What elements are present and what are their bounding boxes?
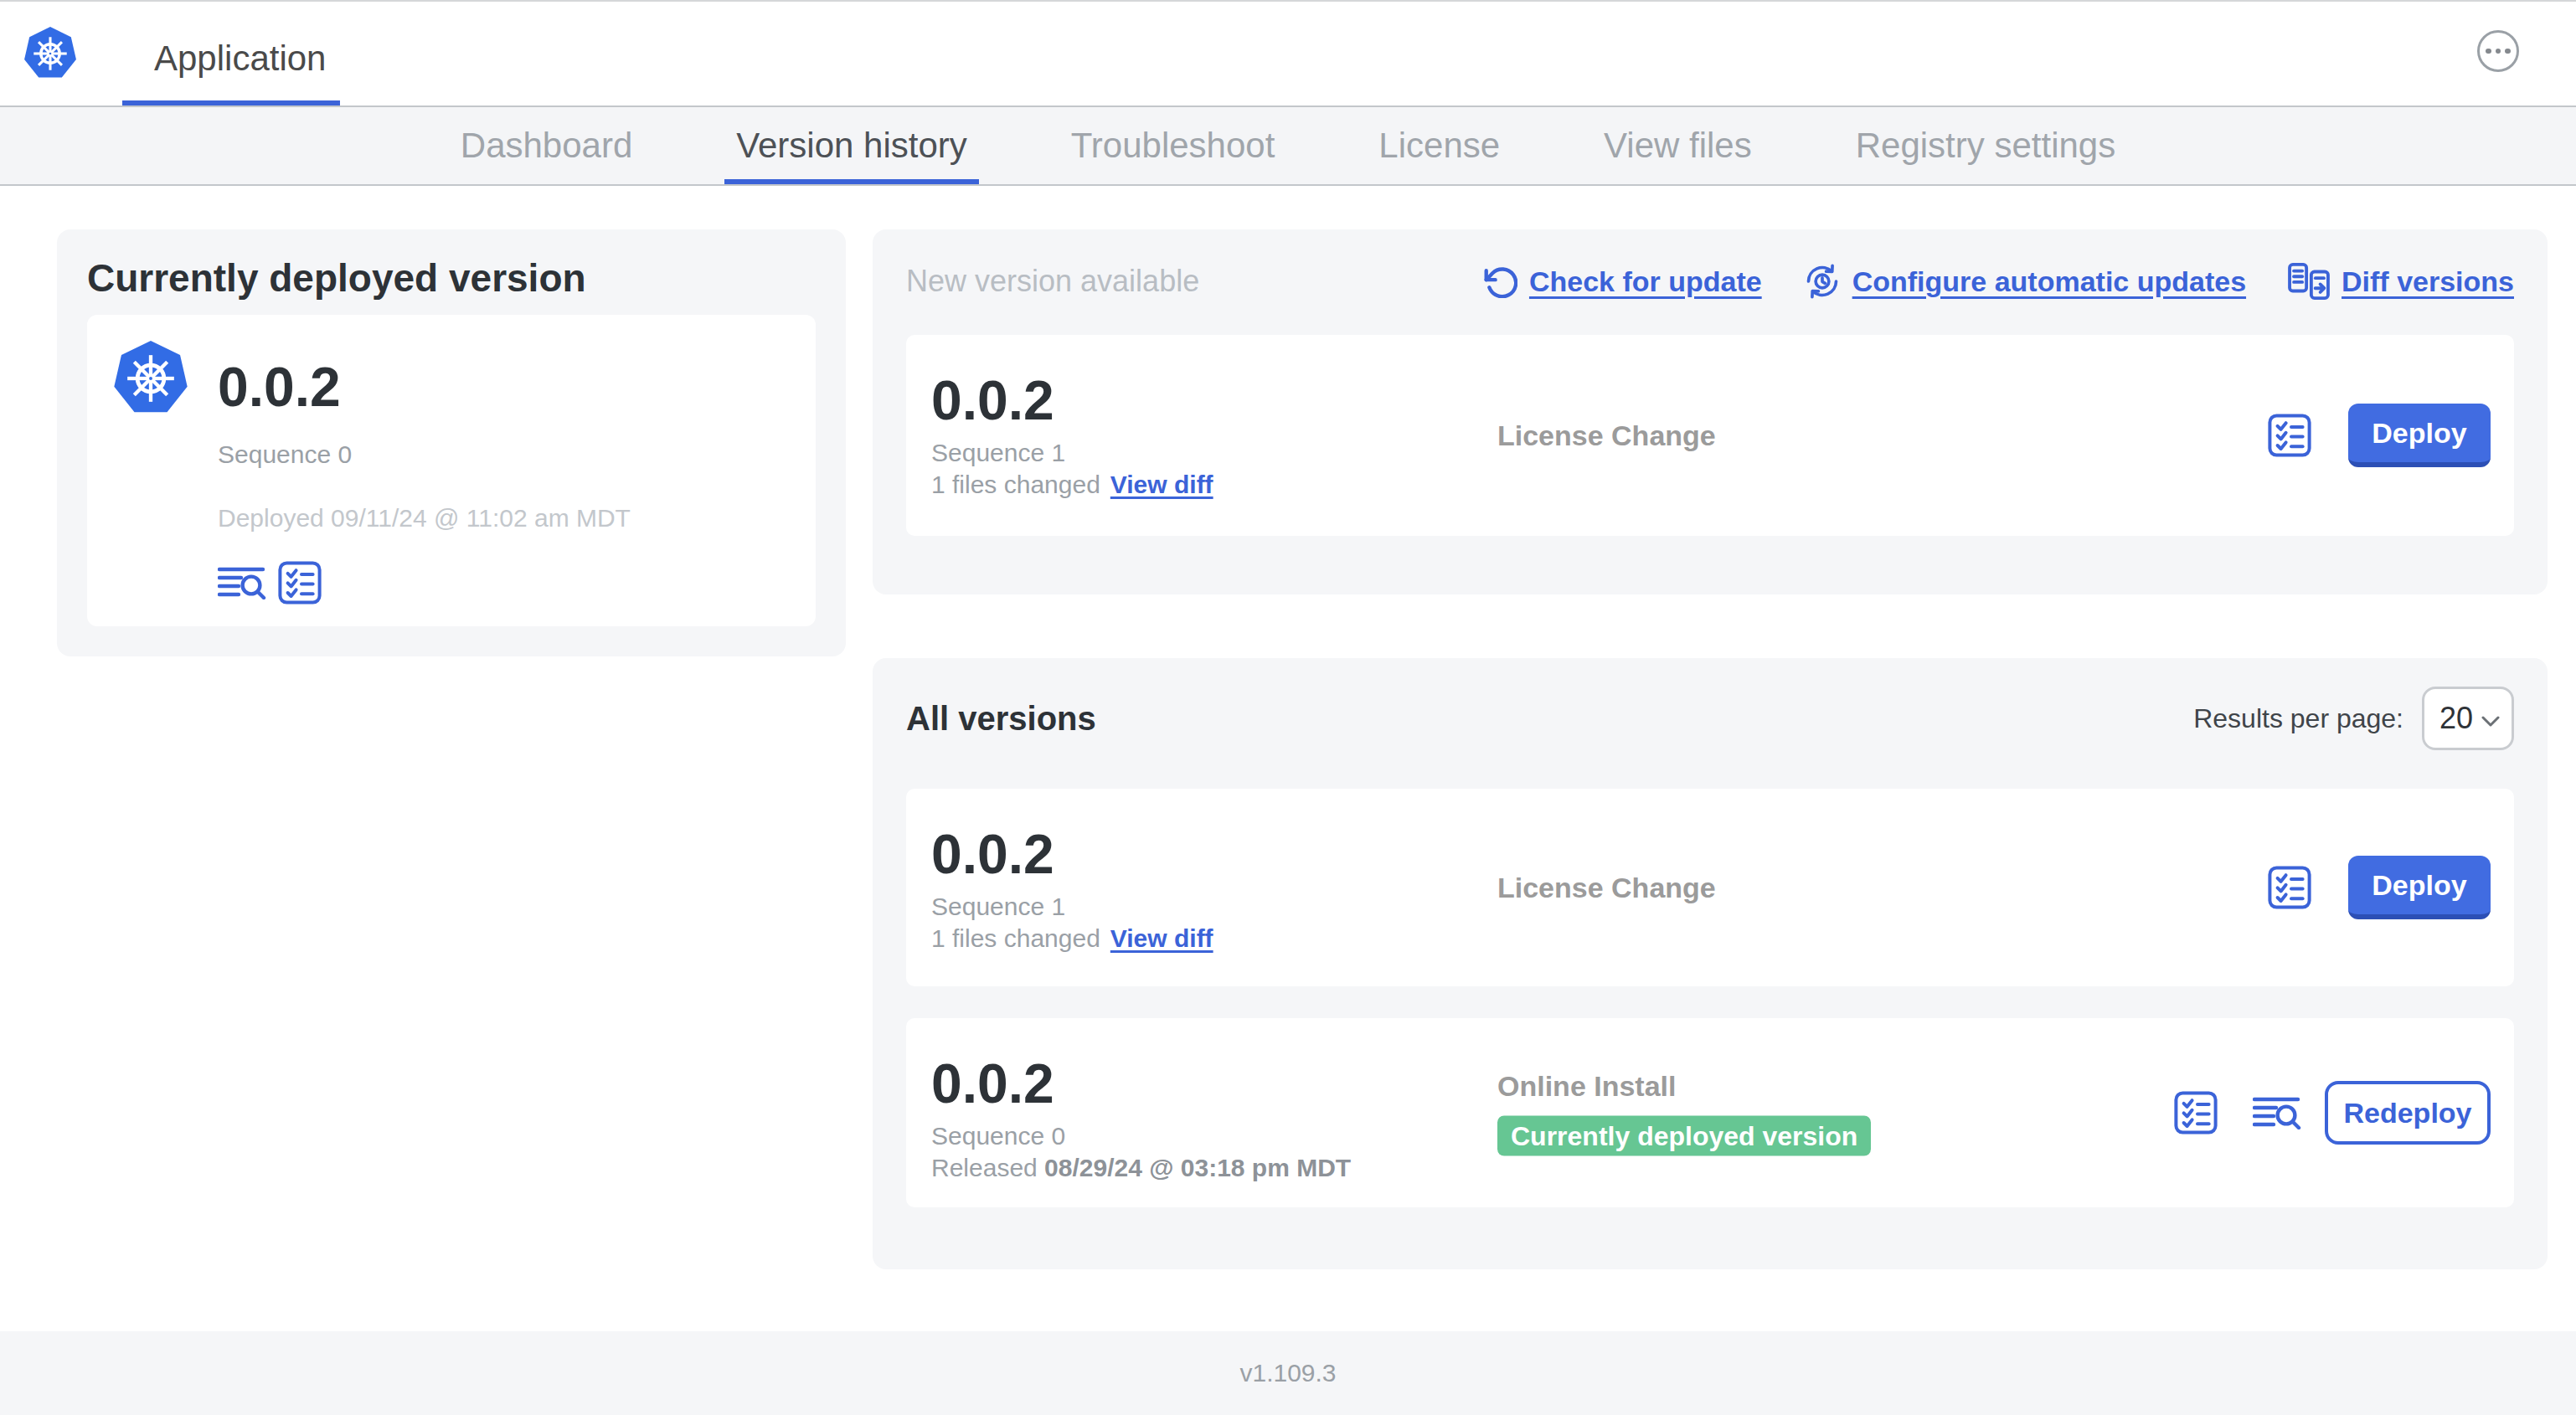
release-notes-icon[interactable]: [2174, 1091, 2218, 1135]
logs-icon[interactable]: [218, 566, 266, 599]
sequence-label: Sequence 0: [931, 1120, 1351, 1152]
release-notes-icon[interactable]: [2268, 866, 2311, 909]
version-source-label: Online Install: [1497, 1070, 1871, 1103]
deployed-timestamp: Deployed 09/11/24 @ 11:02 am MDT: [218, 502, 631, 534]
new-version-panel: New version available Check for update C…: [873, 229, 2548, 594]
files-changed-label: 1 files changed: [931, 471, 1100, 498]
tab-view-files[interactable]: View files: [1592, 107, 1764, 184]
diff-versions-link[interactable]: Diff versions: [2288, 263, 2514, 300]
results-per-page-select[interactable]: 20: [2422, 687, 2514, 750]
diff-icon: [2288, 263, 2330, 300]
tab-version-history[interactable]: Version history: [724, 107, 978, 184]
refresh-icon: [1484, 265, 1517, 298]
tab-dashboard[interactable]: Dashboard: [449, 107, 644, 184]
version-number: 0.0.2: [931, 368, 1213, 432]
results-per-page-label: Results per page:: [2193, 703, 2403, 734]
released-timestamp: 08/29/24 @ 03:18 pm MDT: [1044, 1154, 1351, 1181]
main-content: Currently deployed version 0.0.2 Sequenc…: [0, 186, 2576, 1331]
secondary-nav: Dashboard Version history Troubleshoot L…: [0, 105, 2576, 186]
currently-deployed-panel: Currently deployed version 0.0.2 Sequenc…: [57, 229, 846, 656]
all-versions-heading: All versions: [906, 700, 2193, 738]
version-number: 0.0.2: [931, 822, 1213, 886]
version-row: 0.0.2 Sequence 1 1 files changed View dif…: [906, 789, 2514, 986]
app-tab-active-indicator: [122, 100, 340, 105]
configure-automatic-updates-link[interactable]: Configure automatic updates: [1804, 263, 2246, 300]
currently-deployed-heading: Currently deployed version: [87, 255, 846, 301]
currently-deployed-card: 0.0.2 Sequence 0 Deployed 09/11/24 @ 11:…: [87, 315, 816, 626]
release-notes-icon[interactable]: [278, 561, 322, 605]
view-diff-link[interactable]: View diff: [1110, 924, 1213, 952]
all-versions-panel: All versions Results per page: 20 0.0.2 …: [873, 658, 2548, 1269]
footer: v1.109.3: [0, 1331, 2576, 1415]
chevron-down-icon: [2481, 716, 2500, 728]
deploy-button[interactable]: Deploy: [2348, 404, 2491, 467]
sequence-label: Sequence 0: [218, 439, 631, 471]
version-number: 0.0.2: [931, 1052, 1351, 1115]
files-changed-label: 1 files changed: [931, 924, 1100, 952]
released-label: Released: [931, 1154, 1044, 1181]
logs-icon[interactable]: [2253, 1096, 2301, 1129]
version-number: 0.0.2: [218, 355, 631, 419]
redeploy-button[interactable]: Redeploy: [2325, 1081, 2491, 1145]
console-version: v1.109.3: [1239, 1359, 1336, 1387]
new-version-row: 0.0.2 Sequence 1 1 files changed View dif…: [906, 335, 2514, 536]
deploy-button[interactable]: Deploy: [2348, 856, 2491, 919]
release-notes-icon[interactable]: [2268, 414, 2311, 457]
version-source-label: License Change: [1497, 872, 1716, 904]
version-source-label: License Change: [1497, 419, 1716, 452]
check-for-update-link[interactable]: Check for update: [1484, 265, 1762, 298]
more-options-button[interactable]: [2477, 30, 2519, 72]
kubernetes-logo: [111, 338, 191, 419]
tab-license[interactable]: License: [1367, 107, 1512, 184]
sequence-label: Sequence 1: [931, 891, 1213, 923]
top-header: Application: [0, 0, 2576, 105]
currently-deployed-badge: Currently deployed version: [1497, 1116, 1871, 1156]
tab-registry-settings[interactable]: Registry settings: [1844, 107, 2127, 184]
view-diff-link[interactable]: View diff: [1110, 471, 1213, 498]
tab-troubleshoot[interactable]: Troubleshoot: [1059, 107, 1287, 184]
kubernetes-logo: [22, 25, 79, 82]
version-row: 0.0.2 Sequence 0 Released 08/29/24 @ 03:…: [906, 1018, 2514, 1207]
new-version-title: New version available: [906, 263, 1484, 300]
sequence-label: Sequence 1: [931, 437, 1213, 469]
app-tab-label[interactable]: Application: [154, 39, 326, 79]
auto-update-clock-icon: [1804, 263, 1841, 300]
